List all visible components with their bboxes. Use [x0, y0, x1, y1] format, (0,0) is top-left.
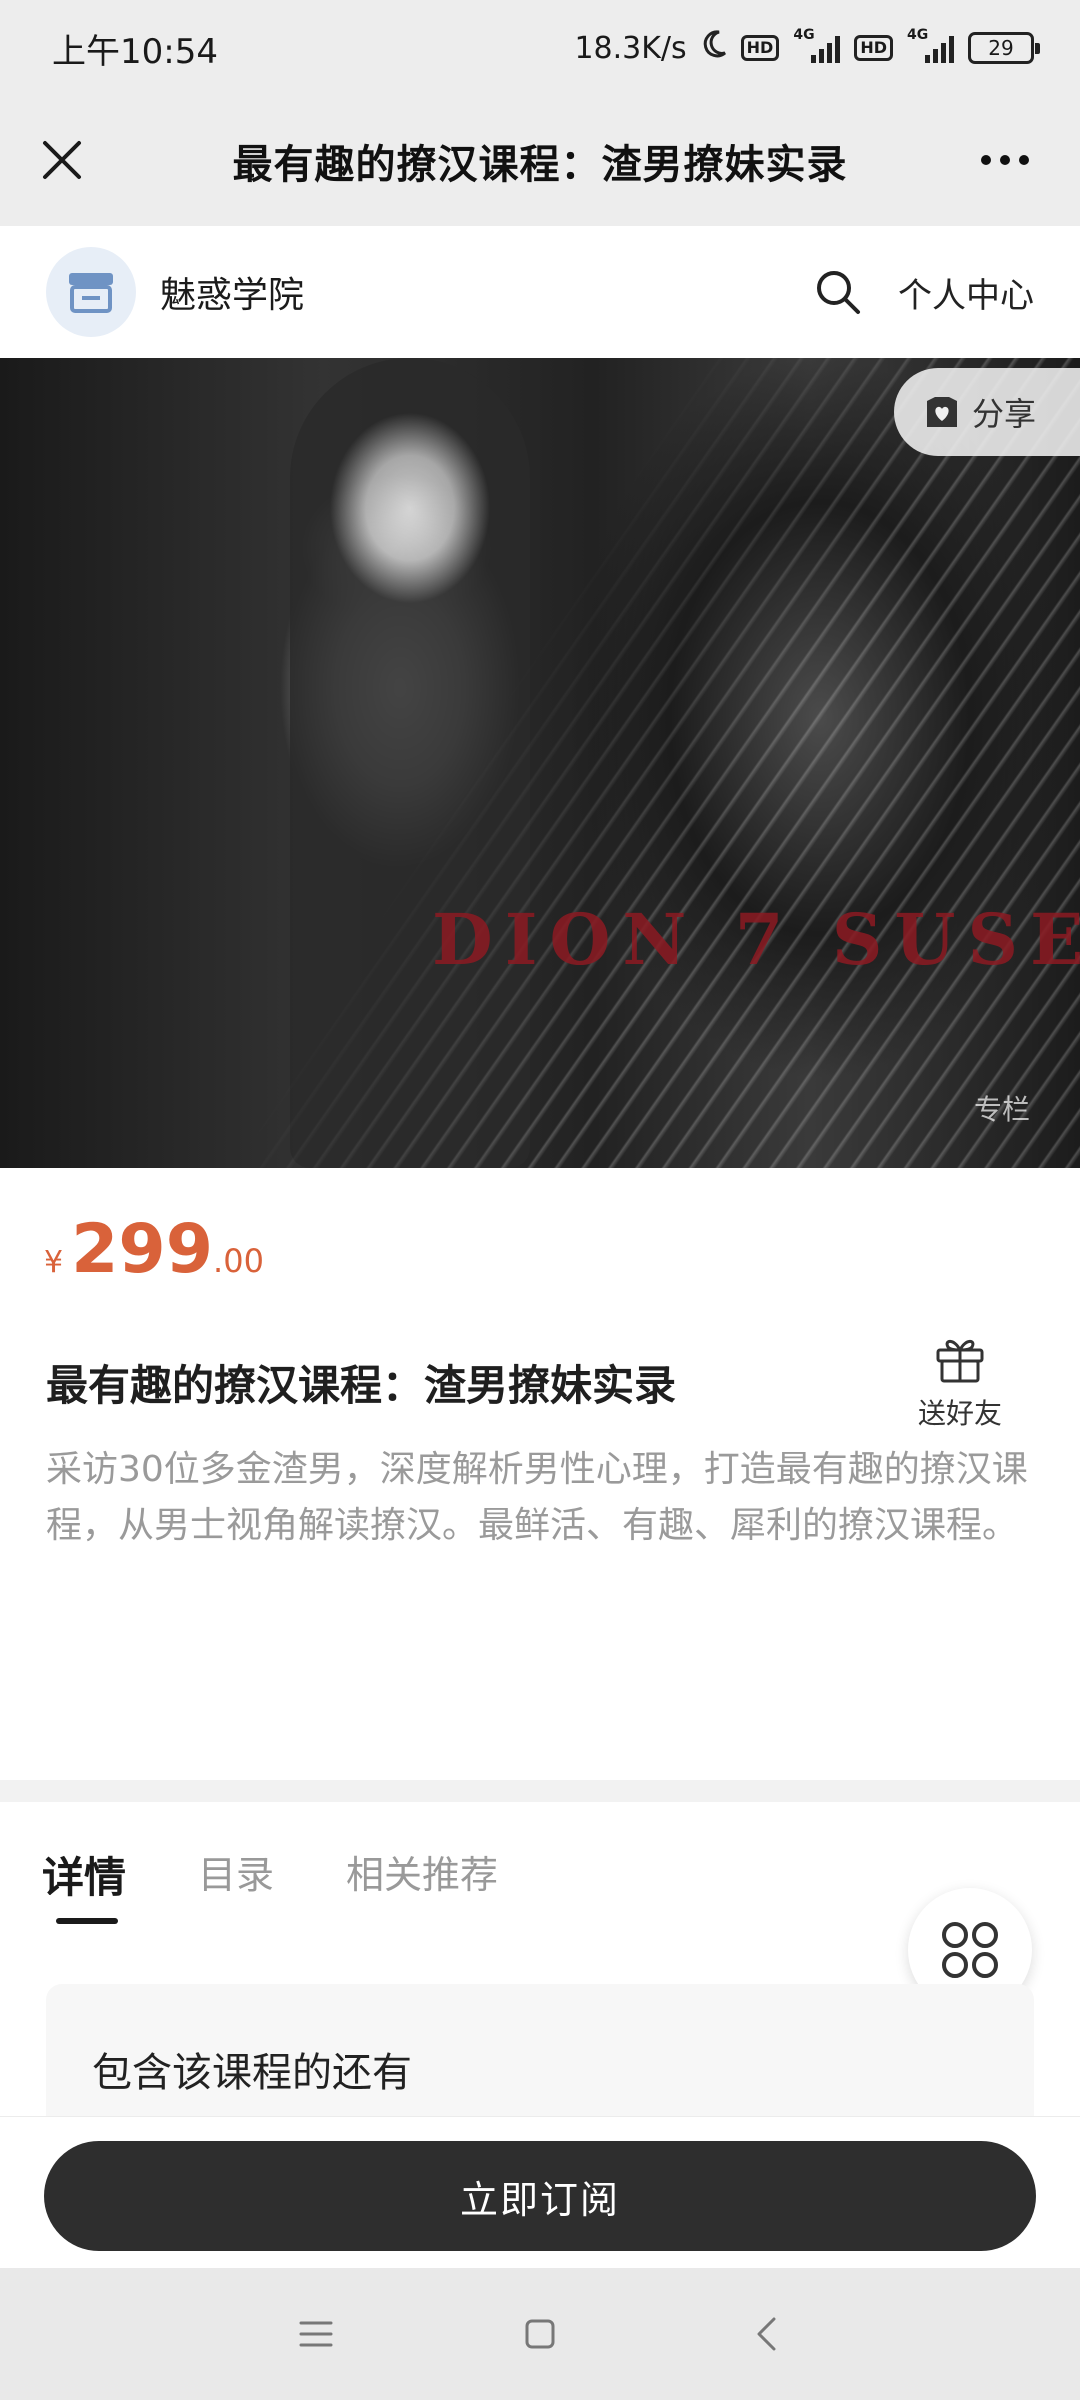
menu-button[interactable] [290, 2308, 342, 2360]
battery-icon: 29 [968, 32, 1040, 64]
price: ¥ 299 .00 [44, 1210, 264, 1289]
menu-icon [299, 2321, 333, 2347]
home-icon [525, 2319, 555, 2349]
banner-rays [0, 358, 1080, 1168]
moon-icon [701, 29, 727, 67]
price-decimal: .00 [213, 1242, 264, 1280]
home-button[interactable] [514, 2308, 566, 2360]
signal-icon: 4G [793, 27, 841, 63]
personal-center-link[interactable]: 个人中心 [898, 268, 1034, 317]
battery-level: 29 [988, 36, 1014, 60]
detail-tabs: 详情 目录 相关推荐 [0, 1802, 1080, 1932]
hd-badge: HD [740, 35, 780, 61]
included-in-label: 包含该课程的还有 [92, 2050, 412, 2096]
share-label: 分享 [972, 395, 1037, 433]
gift-label: 送好友 [917, 1397, 1002, 1430]
section-divider [0, 1780, 1080, 1802]
tab-catalog[interactable]: 目录 [198, 1844, 274, 1899]
price-integer: 299 [71, 1210, 214, 1289]
shop-name[interactable]: 魅惑学院 [160, 266, 304, 318]
title-bar: 最有趣的撩汉课程：渣男撩妹实录 [0, 96, 1080, 226]
store-icon [69, 273, 113, 313]
status-icons: 18.3K/s HD 4G HD 4G 29 [574, 27, 1040, 67]
more-dot-icon [981, 155, 991, 165]
gift-icon [936, 1339, 984, 1383]
gift-button[interactable]: 送好友 [900, 1334, 1020, 1432]
tab-active-indicator [56, 1918, 118, 1924]
included-in-section: 包含该课程的还有 [46, 1984, 1034, 2134]
network-speed: 18.3K/s [574, 30, 687, 66]
banner-overlay-text: DION 7 SUSE [432, 898, 1080, 981]
course-description: 采访30位多金渣男，深度解析男性心理，打造最有趣的撩汉课程，从男士视角解读撩汉。… [46, 1449, 1028, 1546]
search-button[interactable] [808, 262, 868, 322]
page-title: 最有趣的撩汉课程：渣男撩妹实录 [232, 142, 848, 188]
tab-related[interactable]: 相关推荐 [346, 1844, 498, 1899]
share-button[interactable]: 分享 [894, 368, 1080, 456]
currency-symbol: ¥ [44, 1245, 64, 1280]
shop-header: 魅惑学院 个人中心 [0, 226, 1080, 358]
subscribe-button[interactable]: 立即订阅 [44, 2141, 1036, 2251]
course-title: 最有趣的撩汉课程：渣男撩妹实录 [46, 1361, 677, 1410]
shop-avatar[interactable] [46, 247, 136, 337]
tab-details[interactable]: 详情 [42, 1844, 126, 1905]
signal-icon-2: 4G [907, 27, 954, 63]
hd-badge-2: HD [854, 35, 893, 61]
status-time: 上午10:54 [52, 31, 218, 72]
back-icon [757, 2317, 776, 2351]
system-nav-bar [0, 2268, 1080, 2400]
course-banner-image: DION 7 SUSE 分享 专栏 [0, 358, 1080, 1168]
more-button[interactable] [970, 128, 1040, 192]
column-tag: 专栏 [973, 1093, 1030, 1126]
share-icon [927, 397, 957, 427]
close-button[interactable] [30, 128, 94, 192]
grid-icon [942, 1922, 998, 1978]
search-icon [817, 271, 860, 314]
bottom-action-bar: 立即订阅 [0, 2116, 1080, 2268]
back-button[interactable] [740, 2308, 792, 2360]
status-bar: 上午10:54 18.3K/s HD 4G HD 4G 29 [0, 0, 1080, 96]
close-icon [43, 141, 81, 179]
